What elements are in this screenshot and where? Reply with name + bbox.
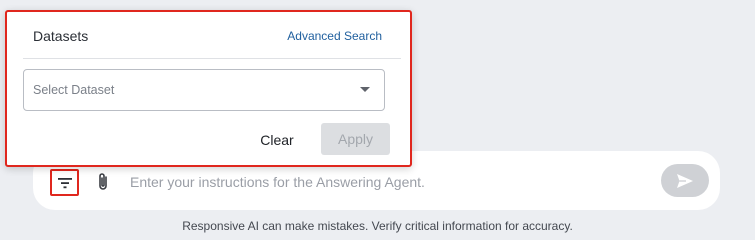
chat-page: Responsive AI can make mistakes. Verify … xyxy=(0,0,755,240)
advanced-search-link[interactable]: Advanced Search xyxy=(287,29,382,43)
dataset-select[interactable]: Select Dataset xyxy=(23,69,385,111)
dataset-select-placeholder: Select Dataset xyxy=(33,83,115,97)
popover-divider xyxy=(23,58,401,59)
paperclip-icon xyxy=(99,173,107,190)
prompt-input[interactable] xyxy=(130,169,645,195)
clear-button[interactable]: Clear xyxy=(249,125,305,155)
disclaimer-text: Responsive AI can make mistakes. Verify … xyxy=(182,219,573,233)
attach-button[interactable] xyxy=(93,169,113,195)
chevron-down-icon xyxy=(360,87,370,92)
send-icon xyxy=(677,173,693,188)
send-button[interactable] xyxy=(661,164,709,197)
datasets-popover: Datasets Advanced Search Select Dataset … xyxy=(5,10,412,167)
filter-icon xyxy=(57,177,72,188)
filter-button[interactable] xyxy=(50,169,79,196)
popover-title: Datasets xyxy=(33,28,89,44)
apply-button[interactable]: Apply xyxy=(321,123,390,155)
